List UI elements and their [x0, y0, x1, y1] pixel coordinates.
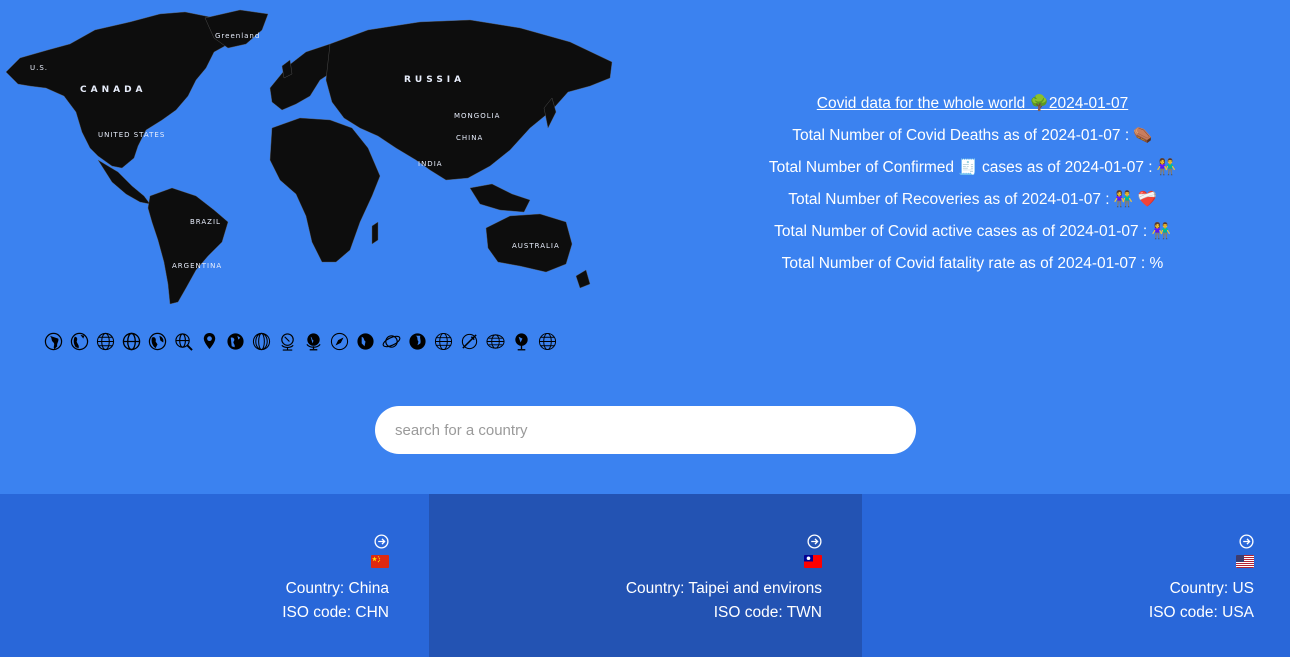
country-cards: Country: China ISO code: CHN Country: Ta… [0, 494, 1290, 657]
globe-meridians-icon[interactable] [250, 330, 272, 352]
globe-meridians-icon[interactable] [120, 330, 142, 352]
map-label-brazil: BRAZIL [190, 218, 221, 226]
globe-meridians-icon[interactable] [484, 330, 506, 352]
map-label-us: U.S. [30, 64, 48, 72]
globe-pin-icon[interactable] [198, 330, 220, 352]
globe-americas-icon[interactable] [146, 330, 168, 352]
world-map: U.S. CANADA UNITED STATES Greenland RUSS… [0, 0, 620, 310]
country-card-taiwan[interactable]: Country: Taipei and environs ISO code: T… [429, 494, 862, 657]
country-name: Country: US [1169, 580, 1254, 597]
arrow-right-circle-icon[interactable] [862, 534, 1254, 550]
globe-europe-africa-icon[interactable] [406, 330, 428, 352]
arrow-right-circle-icon[interactable] [429, 534, 822, 550]
iso-code: ISO code: USA [1148, 604, 1254, 621]
map-label-canada: CANADA [80, 85, 147, 95]
globe-icon-row [42, 330, 558, 352]
globe-stand-icon[interactable] [510, 330, 532, 352]
globe-plane-icon[interactable] [458, 330, 480, 352]
globe-asia-icon[interactable] [224, 330, 246, 352]
total-deaths-text: Total Number of Covid Deaths as of 2024-… [792, 127, 1153, 144]
globe-europe-africa-icon[interactable] [42, 330, 64, 352]
map-label-australia: AUSTRALIA [512, 242, 560, 250]
globe-meridians-icon[interactable] [432, 330, 454, 352]
iso-code: ISO code: CHN [282, 604, 389, 621]
map-label-united-states: UNITED STATES [98, 131, 165, 139]
iso-code: ISO code: TWN [713, 604, 822, 621]
globe-meridians-icon[interactable] [536, 330, 558, 352]
country-name: Country: China [285, 580, 389, 597]
globe-orbit-icon[interactable] [380, 330, 402, 352]
map-label-greenland: Greenland [215, 32, 260, 40]
fatality-rate-text: Total Number of Covid fatality rate as o… [781, 255, 1164, 272]
map-label-russia: RUSSIA [404, 75, 465, 85]
country-name: Country: Taipei and environs [625, 580, 822, 597]
world-stats-panel: Covid data for the whole world 🌳2024-01-… [700, 88, 1245, 280]
globe-americas-icon[interactable] [354, 330, 376, 352]
globe-compass-icon[interactable] [328, 330, 350, 352]
country-card-china[interactable]: Country: China ISO code: CHN [0, 494, 429, 657]
total-confirmed-text: Total Number of Confirmed 🧾 cases as of … [768, 159, 1177, 176]
country-card-us[interactable]: Country: US ISO code: USA [862, 494, 1290, 657]
globe-search-icon[interactable] [172, 330, 194, 352]
taiwan-flag-icon [804, 555, 822, 568]
china-flag-icon [371, 555, 389, 568]
globe-meridians-icon[interactable] [94, 330, 116, 352]
total-recoveries-text: Total Number of Recoveries as of 2024-01… [788, 191, 1157, 208]
total-active-text: Total Number of Covid active cases as of… [774, 223, 1171, 240]
map-label-china: CHINA [456, 134, 483, 142]
country-search-input[interactable] [375, 406, 916, 454]
arrow-right-circle-icon[interactable] [0, 534, 389, 550]
map-label-mongolia: MONGOLIA [454, 112, 500, 120]
usa-flag-icon [1236, 555, 1254, 568]
world-data-link[interactable]: Covid data for the whole world 🌳2024-01-… [700, 88, 1245, 120]
world-map-image: U.S. CANADA UNITED STATES Greenland RUSS… [5, 9, 613, 305]
globe-americas-icon[interactable] [68, 330, 90, 352]
map-label-india: INDIA [418, 160, 443, 168]
map-label-argentina: ARGENTINA [172, 262, 222, 270]
globe-stand-icon[interactable] [276, 330, 298, 352]
globe-stand-icon[interactable] [302, 330, 324, 352]
